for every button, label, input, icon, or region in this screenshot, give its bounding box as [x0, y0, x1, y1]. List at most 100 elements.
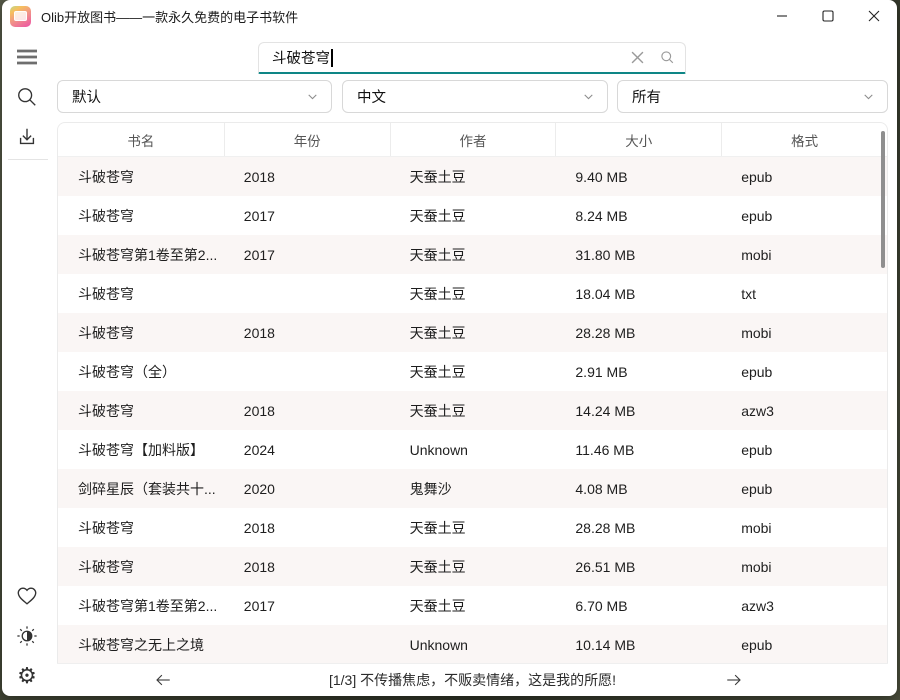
cell-year: 2018	[224, 508, 390, 547]
chevron-down-icon	[582, 90, 595, 103]
cell-size: 2.91 MB	[555, 352, 721, 391]
cell-year: 2018	[224, 391, 390, 430]
window-title: Olib开放图书——一款永久免费的电子书软件	[41, 7, 298, 26]
cell-year	[224, 274, 390, 313]
cell-year	[224, 625, 390, 664]
cell-title: 斗破苍穹	[58, 313, 224, 352]
table-row[interactable]: 斗破苍穹 2018 天蚕土豆 28.28 MB mobi	[58, 313, 887, 352]
cell-author: 天蚕土豆	[390, 274, 556, 313]
cell-format: epub	[721, 625, 887, 664]
settings-button[interactable]: ⚙	[13, 662, 41, 690]
cell-size: 28.28 MB	[555, 313, 721, 352]
cell-title: 斗破苍穹之无上之境	[58, 625, 224, 664]
cell-size: 11.46 MB	[555, 430, 721, 469]
sort-dropdown[interactable]: 默认	[57, 80, 332, 113]
favorites-button[interactable]	[13, 582, 41, 610]
column-header-title: 书名	[58, 123, 224, 156]
table-row[interactable]: 斗破苍穹（全） 天蚕土豆 2.91 MB epub	[58, 352, 887, 391]
table-row[interactable]: 斗破苍穹第1卷至第2... 2017 天蚕土豆 31.80 MB mobi	[58, 235, 887, 274]
clear-search-icon[interactable]	[631, 51, 644, 64]
brightness-icon	[16, 625, 38, 647]
app-window: Olib开放图书——一款永久免费的电子书软件	[2, 0, 897, 696]
table-row[interactable]: 斗破苍穹之无上之境 Unknown 10.14 MB epub	[58, 625, 887, 664]
search-submit-icon[interactable]	[660, 50, 675, 65]
cell-year: 2018	[224, 313, 390, 352]
cell-author: 天蚕土豆	[390, 547, 556, 586]
cell-year: 2017	[224, 196, 390, 235]
table-row[interactable]: 斗破苍穹 2018 天蚕土豆 28.28 MB mobi	[58, 508, 887, 547]
sort-dropdown-value: 默认	[72, 86, 101, 107]
search-icon	[16, 86, 38, 108]
cell-format: epub	[721, 157, 887, 196]
cell-size: 4.08 MB	[555, 469, 721, 508]
results-table: 书名 年份 作者 大小 格式 斗破苍穹 2018 天蚕土豆 9.40 MB ep…	[57, 122, 888, 663]
column-header-size: 大小	[555, 123, 721, 156]
window-controls	[759, 0, 897, 32]
cell-format: mobi	[721, 235, 887, 274]
cell-title: 斗破苍穹	[58, 547, 224, 586]
table-row[interactable]: 斗破苍穹【加料版】 2024 Unknown 11.46 MB epub	[58, 430, 887, 469]
cell-title: 斗破苍穹第1卷至第2...	[58, 235, 224, 274]
cell-size: 6.70 MB	[555, 586, 721, 625]
table-row[interactable]: 斗破苍穹 2017 天蚕土豆 8.24 MB epub	[58, 196, 887, 235]
table-row[interactable]: 斗破苍穹第1卷至第2... 2017 天蚕土豆 6.70 MB azw3	[58, 586, 887, 625]
cell-size: 9.40 MB	[555, 157, 721, 196]
search-input[interactable]: 斗破苍穹	[258, 42, 686, 74]
cell-author: 天蚕土豆	[390, 391, 556, 430]
cell-format: mobi	[721, 547, 887, 586]
cell-year: 2020	[224, 469, 390, 508]
cell-title: 斗破苍穹第1卷至第2...	[58, 586, 224, 625]
cell-author: 天蚕土豆	[390, 235, 556, 274]
close-button[interactable]	[851, 0, 897, 32]
cell-year: 2018	[224, 157, 390, 196]
table-row[interactable]: 斗破苍穹 2018 天蚕土豆 9.40 MB epub	[58, 157, 887, 196]
heart-icon	[16, 585, 38, 607]
text-caret	[331, 49, 333, 67]
theme-toggle-button[interactable]	[13, 622, 41, 650]
search-input-value: 斗破苍穹	[272, 47, 330, 68]
cell-year	[224, 352, 390, 391]
language-dropdown-value: 中文	[357, 86, 386, 107]
downloads-nav-button[interactable]	[13, 123, 41, 151]
cell-year: 2018	[224, 547, 390, 586]
table-row[interactable]: 斗破苍穹 2018 天蚕土豆 14.24 MB azw3	[58, 391, 887, 430]
cell-title: 剑碎星辰（套装共十...	[58, 469, 224, 508]
table-row[interactable]: 斗破苍穹 2018 天蚕土豆 26.51 MB mobi	[58, 547, 887, 586]
format-dropdown[interactable]: 所有	[617, 80, 888, 113]
table-row[interactable]: 剑碎星辰（套装共十... 2020 鬼舞沙 4.08 MB epub	[58, 469, 887, 508]
cell-size: 26.51 MB	[555, 547, 721, 586]
gear-icon: ⚙	[17, 665, 37, 687]
table-row[interactable]: 斗破苍穹 天蚕土豆 18.04 MB txt	[58, 274, 887, 313]
cell-format: epub	[721, 430, 887, 469]
cell-format: azw3	[721, 391, 887, 430]
cell-author: 鬼舞沙	[390, 469, 556, 508]
cell-author: 天蚕土豆	[390, 352, 556, 391]
table-body: 斗破苍穹 2018 天蚕土豆 9.40 MB epub 斗破苍穹 2017 天蚕…	[58, 157, 887, 664]
cell-size: 18.04 MB	[555, 274, 721, 313]
cell-format: azw3	[721, 586, 887, 625]
cell-format: mobi	[721, 508, 887, 547]
cell-year: 2017	[224, 235, 390, 274]
chevron-down-icon	[862, 90, 875, 103]
menu-button[interactable]	[13, 43, 41, 71]
minimize-button[interactable]	[759, 0, 805, 32]
search-nav-button[interactable]	[13, 83, 41, 111]
arrow-right-icon	[723, 671, 745, 689]
cell-author: Unknown	[390, 625, 556, 664]
cell-title: 斗破苍穹	[58, 391, 224, 430]
cell-format: epub	[721, 196, 887, 235]
language-dropdown[interactable]: 中文	[342, 80, 608, 113]
cell-author: 天蚕土豆	[390, 313, 556, 352]
cell-title: 斗破苍穹【加料版】	[58, 430, 224, 469]
cell-format: epub	[721, 469, 887, 508]
next-page-button[interactable]	[718, 666, 750, 694]
cell-title: 斗破苍穹（全）	[58, 352, 224, 391]
column-header-author: 作者	[390, 123, 556, 156]
cell-title: 斗破苍穹	[58, 508, 224, 547]
cell-year: 2017	[224, 586, 390, 625]
maximize-button[interactable]	[805, 0, 851, 32]
vertical-scrollbar[interactable]	[881, 131, 885, 268]
cell-author: 天蚕土豆	[390, 157, 556, 196]
cell-title: 斗破苍穹	[58, 157, 224, 196]
cell-size: 28.28 MB	[555, 508, 721, 547]
